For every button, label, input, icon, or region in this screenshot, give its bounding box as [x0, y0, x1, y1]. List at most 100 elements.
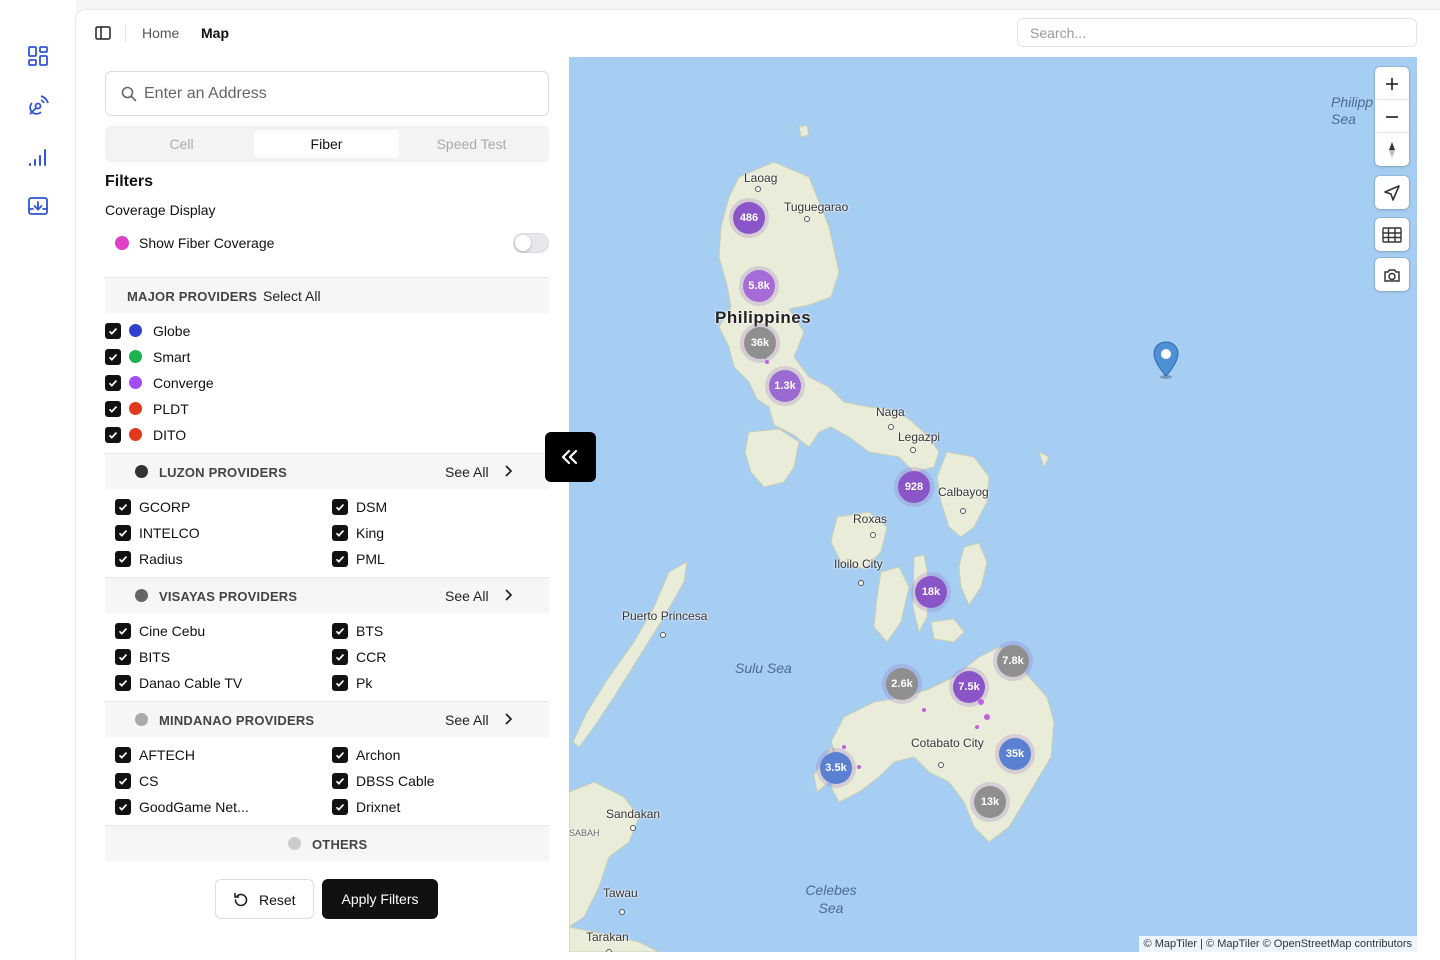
breadcrumb-home[interactable]: Home [142, 25, 179, 41]
icon-rail [0, 0, 76, 960]
checkbox-dito[interactable] [105, 427, 121, 443]
reset-button-label: Reset [259, 892, 296, 908]
dashboard-icon[interactable] [26, 44, 50, 68]
checkbox-pk[interactable] [332, 675, 348, 691]
checkbox-gcorp[interactable] [115, 499, 131, 515]
luzon-providers-header[interactable]: LUZON PROVIDERS See All [105, 454, 549, 489]
sidebar-toggle-icon[interactable] [94, 24, 112, 42]
checkbox-archon[interactable] [332, 747, 348, 763]
zoom-in-button[interactable] [1375, 67, 1409, 100]
place-label: Calbayog [938, 485, 989, 499]
cluster-marker[interactable]: 35k [999, 738, 1031, 770]
zoom-in-icon [1386, 78, 1398, 90]
checkbox-radius[interactable] [115, 551, 131, 567]
fiber-color-dot [115, 236, 129, 250]
others-dot [288, 837, 301, 850]
location-pin-icon[interactable] [1152, 340, 1180, 380]
provider-label-cine-cebu: Cine Cebu [139, 623, 206, 639]
globe-color-dot [129, 324, 142, 337]
zoom-controls [1375, 67, 1409, 166]
locate-control [1375, 176, 1409, 209]
map-attribution[interactable]: © MapTiler | © MapTiler © OpenStreetMap … [1138, 936, 1417, 952]
checkbox-bits[interactable] [115, 649, 131, 665]
zoom-out-button[interactable] [1375, 100, 1409, 133]
tab-speed-test[interactable]: Speed Test [399, 130, 544, 158]
chevron-right-icon[interactable] [503, 464, 513, 478]
cluster-marker[interactable]: 928 [898, 471, 930, 503]
checkbox-smart[interactable] [105, 349, 121, 365]
signal-bars-icon[interactable] [26, 145, 50, 169]
global-search[interactable] [1017, 18, 1417, 47]
cluster-marker[interactable]: 1.3k [769, 370, 801, 402]
collapse-panel-button[interactable] [545, 432, 596, 482]
cluster-marker[interactable]: 486 [733, 202, 765, 234]
checkbox-cs[interactable] [115, 773, 131, 789]
grid-button[interactable] [1375, 218, 1409, 251]
cluster-marker[interactable]: 7.5k [953, 671, 985, 703]
mindanao-providers-header[interactable]: MINDANAO PROVIDERS See All [105, 702, 549, 737]
provider-label-danao-cable-tv: Danao Cable TV [139, 675, 243, 691]
fiber-coverage-toggle[interactable] [513, 233, 549, 253]
compass-button[interactable] [1375, 133, 1409, 166]
checkbox-converge[interactable] [105, 375, 121, 391]
luzon-see-all[interactable]: See All [445, 464, 489, 480]
mindanao-providers-title: MINDANAO PROVIDERS [159, 713, 315, 728]
others-providers-header[interactable]: OTHERS [105, 826, 549, 861]
checkbox-ccr[interactable] [332, 649, 348, 665]
chevron-right-icon[interactable] [503, 588, 513, 602]
map-canvas[interactable]: Laoag Tuguegarao Philippines Naga Legazp… [569, 57, 1417, 952]
tab-cell[interactable]: Cell [109, 130, 254, 158]
locate-button[interactable] [1375, 176, 1409, 209]
provider-label-intelco: INTELCO [139, 525, 200, 541]
checkbox-king[interactable] [332, 525, 348, 541]
address-search[interactable] [105, 71, 549, 116]
cluster-marker[interactable]: 3.5k [820, 752, 852, 784]
cluster-marker[interactable]: 13k [974, 786, 1006, 818]
checkbox-dsm[interactable] [332, 499, 348, 515]
checkbox-goodgame-net[interactable] [115, 799, 131, 815]
reset-icon [234, 892, 248, 907]
camera-button[interactable] [1375, 258, 1409, 291]
reset-button[interactable]: Reset [215, 879, 314, 919]
checkbox-aftech[interactable] [115, 747, 131, 763]
global-search-input[interactable] [1018, 19, 1416, 46]
mindanao-dot [135, 713, 148, 726]
double-chevron-left-icon [561, 449, 578, 465]
visayas-see-all[interactable]: See All [445, 588, 489, 604]
cluster-marker[interactable]: 36k [744, 327, 776, 359]
checkbox-cine-cebu[interactable] [115, 623, 131, 639]
select-all-button[interactable]: Select All [263, 288, 321, 304]
provider-label-ccr: CCR [356, 649, 387, 665]
checkbox-drixnet[interactable] [332, 799, 348, 815]
map-land [569, 124, 1055, 952]
chevron-right-icon[interactable] [503, 712, 513, 726]
checkbox-dbss-cable[interactable] [332, 773, 348, 789]
dito-color-dot [129, 428, 142, 441]
apply-filters-button[interactable]: Apply Filters [322, 879, 438, 919]
checkbox-globe[interactable] [105, 323, 121, 339]
checkbox-intelco[interactable] [115, 525, 131, 541]
fiber-coverage-row: Show Fiber Coverage [115, 233, 549, 255]
cluster-marker[interactable]: 5.8k [743, 270, 775, 302]
search-icon [121, 86, 137, 102]
visayas-providers-header[interactable]: VISAYAS PROVIDERS See All [105, 578, 549, 613]
cluster-marker[interactable]: 7.8k [997, 645, 1029, 677]
checkbox-danao-cable-tv[interactable] [115, 675, 131, 691]
cluster-marker[interactable]: 2.6k [886, 668, 918, 700]
checkbox-pml[interactable] [332, 551, 348, 567]
camera-icon [1384, 269, 1400, 282]
provider-label-gcorp: GCORP [139, 499, 191, 515]
provider-label-archon: Archon [356, 747, 401, 763]
download-tray-icon[interactable] [26, 194, 50, 218]
provider-label-pk: Pk [356, 675, 373, 691]
mindanao-see-all[interactable]: See All [445, 712, 489, 728]
cluster-marker[interactable]: 18k [915, 576, 947, 608]
address-input[interactable] [144, 72, 534, 115]
coverage-display-label: Coverage Display [105, 202, 216, 218]
tab-fiber[interactable]: Fiber [254, 130, 399, 158]
signal-tower-icon[interactable] [26, 94, 50, 118]
provider-label-goodgame-net: GoodGame Net... [139, 799, 249, 815]
zoom-out-icon [1386, 116, 1398, 118]
checkbox-pldt[interactable] [105, 401, 121, 417]
checkbox-bts[interactable] [332, 623, 348, 639]
